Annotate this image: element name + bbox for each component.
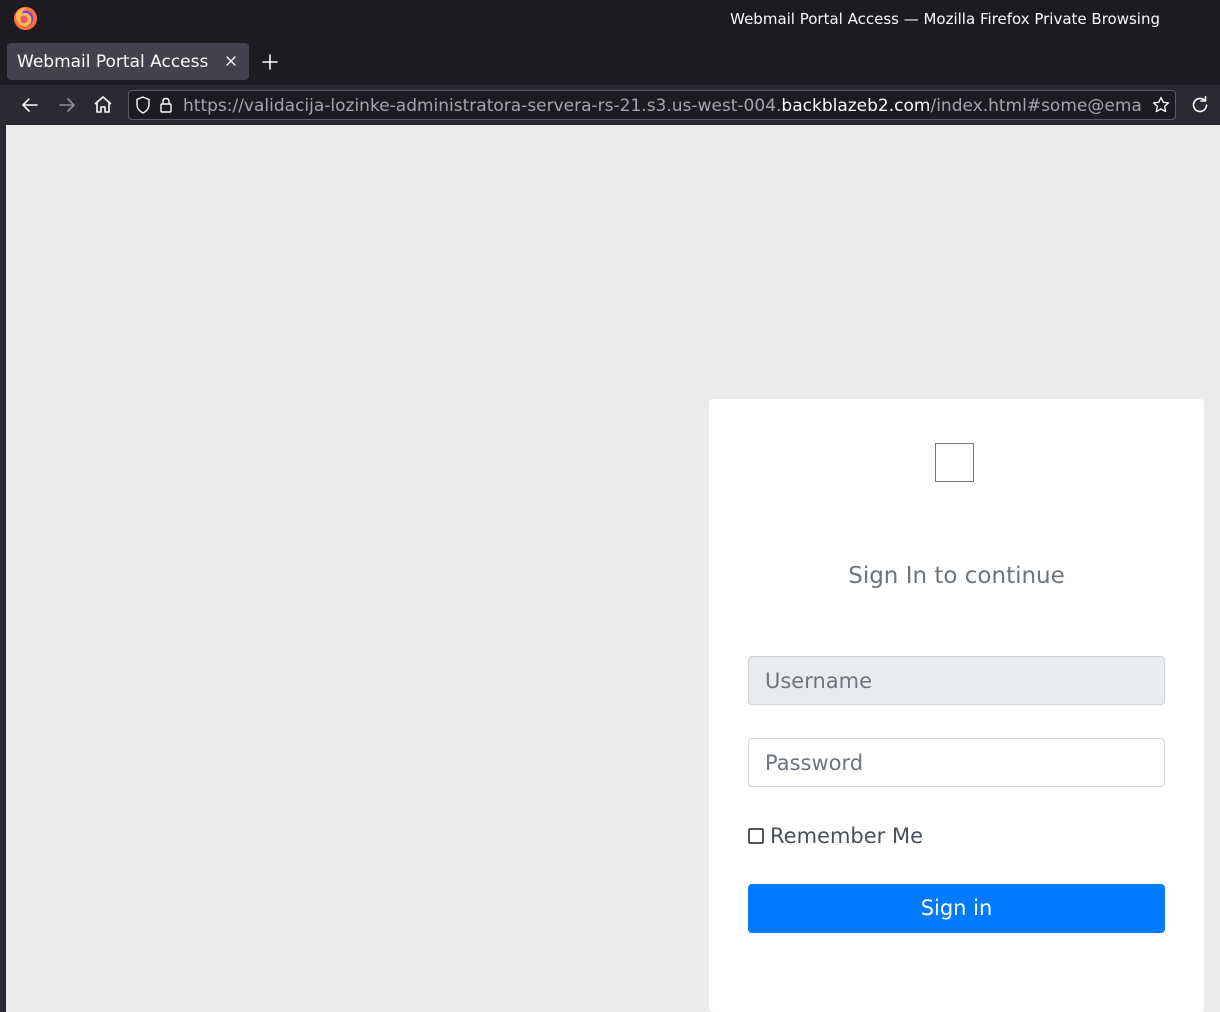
url-text[interactable]: https://validacija-lozinke-administrator… bbox=[183, 96, 1143, 116]
password-input[interactable] bbox=[748, 738, 1165, 787]
plus-icon[interactable] bbox=[258, 50, 282, 74]
page-content: Sign In to continue Remember Me Sign in bbox=[6, 125, 1220, 1012]
login-card: Sign In to continue Remember Me Sign in bbox=[709, 399, 1204, 1012]
remember-me[interactable]: Remember Me bbox=[748, 823, 923, 849]
arrow-right-icon[interactable] bbox=[55, 93, 79, 117]
arrow-left-icon[interactable] bbox=[18, 93, 42, 117]
star-icon[interactable] bbox=[1151, 95, 1171, 115]
logo-image bbox=[935, 443, 974, 482]
lock-icon[interactable] bbox=[156, 95, 176, 115]
window-title: Webmail Portal Access — Mozilla Firefox … bbox=[730, 10, 1160, 28]
close-icon[interactable] bbox=[221, 51, 241, 71]
firefox-icon bbox=[13, 6, 38, 31]
nav-bar: https://validacija-lozinke-administrator… bbox=[0, 85, 1220, 125]
login-heading: Sign In to continue bbox=[848, 563, 1065, 589]
username-input[interactable] bbox=[748, 656, 1165, 705]
reload-icon[interactable] bbox=[1188, 93, 1212, 117]
browser-window: Webmail Portal Access — Mozilla Firefox … bbox=[0, 0, 1220, 1012]
tab-label: Webmail Portal Access bbox=[17, 52, 209, 72]
remember-checkbox[interactable] bbox=[748, 828, 764, 844]
url-bar[interactable]: https://validacija-lozinke-administrator… bbox=[128, 90, 1176, 120]
url-prefix: https://validacija-lozinke-administrator… bbox=[183, 96, 782, 116]
url-host: backblazeb2.com bbox=[781, 96, 931, 116]
tab-strip: Webmail Portal Access bbox=[0, 39, 1220, 85]
title-bar: Webmail Portal Access — Mozilla Firefox … bbox=[0, 0, 1220, 39]
remember-label[interactable]: Remember Me bbox=[770, 824, 923, 848]
url-suffix: /index.html#some@email bbox=[930, 96, 1143, 116]
home-icon[interactable] bbox=[91, 93, 115, 117]
tab-webmail-portal-access[interactable]: Webmail Portal Access bbox=[7, 43, 249, 80]
shield-icon[interactable] bbox=[133, 95, 153, 115]
sign-in-button[interactable]: Sign in bbox=[748, 884, 1165, 933]
